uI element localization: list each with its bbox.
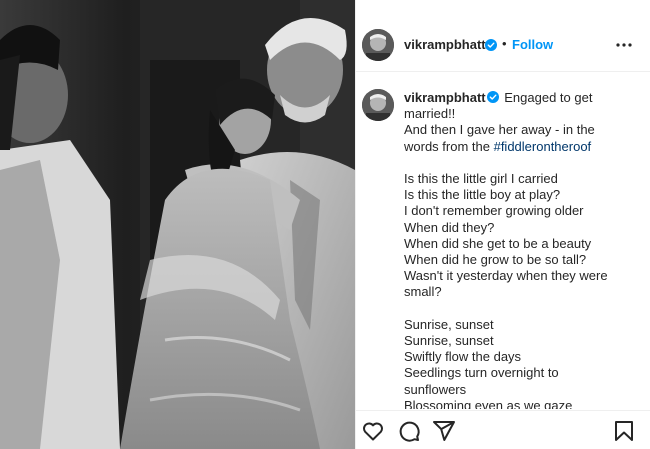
comment-icon[interactable] bbox=[397, 419, 421, 443]
caption-text: vikrampbhatt Engaged to get married!! An… bbox=[404, 90, 640, 409]
more-options-icon[interactable] bbox=[612, 35, 636, 55]
separator-dot: • bbox=[502, 36, 507, 51]
verse-line: When did they? bbox=[404, 219, 495, 235]
caption-avatar[interactable] bbox=[362, 89, 394, 121]
verse-line: sunflowers bbox=[404, 381, 467, 397]
verse-line: I don't remember growing older bbox=[404, 203, 584, 219]
verse-line: Blossoming even as we gaze bbox=[404, 397, 573, 409]
avatar-image bbox=[362, 29, 394, 61]
verse-line: Is this the little boy at play? bbox=[404, 187, 561, 203]
verified-badge-icon bbox=[486, 91, 499, 103]
bookmark-icon[interactable] bbox=[612, 419, 636, 443]
verse-line: Is this the little girl I carried bbox=[404, 171, 558, 186]
verse-line: small? bbox=[404, 284, 442, 300]
post-photo-image bbox=[0, 0, 355, 449]
verse-line: When did he grow to be so tall? bbox=[404, 252, 587, 268]
verse-line: Seedlings turn overnight to bbox=[404, 365, 559, 381]
caption-avatar-image bbox=[362, 89, 394, 121]
share-icon[interactable] bbox=[432, 419, 456, 443]
avatar[interactable] bbox=[362, 29, 394, 61]
caption-gap bbox=[404, 155, 640, 171]
caption-username[interactable]: vikrampbhatt bbox=[404, 90, 486, 105]
verse-one: Is this the little girl I carried Is thi… bbox=[404, 171, 640, 301]
caption-area: vikrampbhatt Engaged to get married!! An… bbox=[356, 73, 650, 409]
hashtag-link[interactable]: #fiddlerontheroof bbox=[494, 139, 592, 154]
verse-line: Sunrise, sunset bbox=[404, 333, 494, 349]
post-username[interactable]: vikrampbhatt bbox=[404, 37, 486, 52]
follow-button[interactable]: Follow bbox=[512, 37, 553, 52]
caption-line-with-hashtag: words from the #fiddlerontheroof bbox=[404, 139, 640, 155]
caption-line-text: words from the bbox=[404, 138, 494, 154]
verse-two: Sunrise, sunset Sunrise, sunset Swiftly … bbox=[404, 317, 640, 409]
verse-line: Swiftly flow the days bbox=[404, 349, 522, 365]
caption-intro: vikrampbhatt Engaged to get married!! bbox=[404, 90, 640, 122]
verse-line: When did she get to be a beauty bbox=[404, 235, 592, 251]
post-details-panel: vikrampbhatt • Follow vikrampbhatt Engag… bbox=[355, 0, 650, 449]
post-photo[interactable] bbox=[0, 0, 355, 449]
caption-line: And then I gave her away - in the bbox=[404, 122, 595, 138]
post-header: vikrampbhatt • Follow bbox=[356, 0, 650, 72]
verified-badge-icon bbox=[485, 39, 497, 51]
post-actions-bar bbox=[356, 410, 650, 449]
verse-line: Wasn't it yesterday when they were bbox=[404, 268, 608, 284]
verse-line: Sunrise, sunset bbox=[404, 316, 494, 332]
caption-gap bbox=[404, 301, 640, 317]
heart-icon[interactable] bbox=[361, 419, 385, 443]
